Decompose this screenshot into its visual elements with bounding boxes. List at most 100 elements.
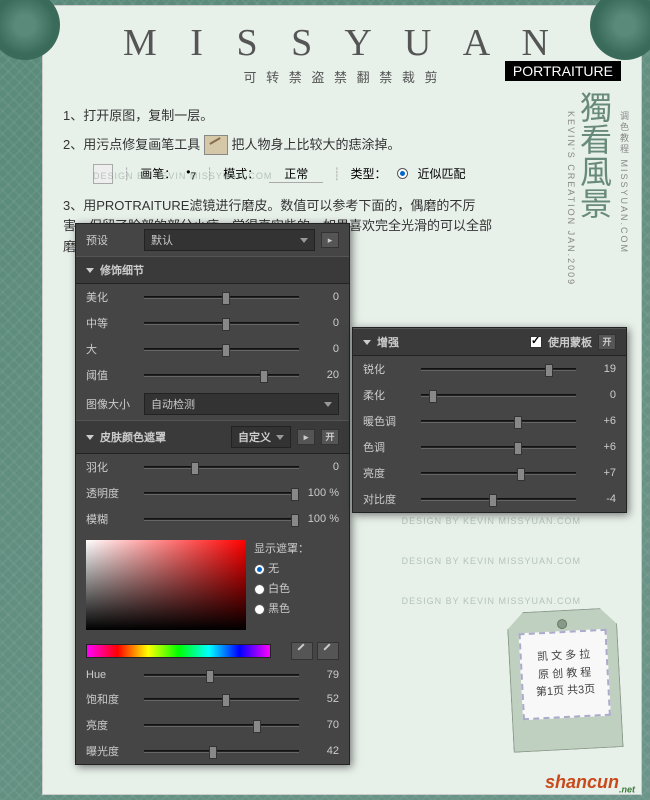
detail-0-slider[interactable] <box>144 296 299 299</box>
color-picker[interactable] <box>86 540 246 630</box>
step-2b: 把人物身上比较大的痣涂掉。 <box>231 137 400 152</box>
skin-mask-header[interactable]: 皮肤颜色遮罩 自定义 ▸ 开 <box>76 420 349 454</box>
step-1: 1、打开原图，复制一层。 <box>63 106 621 127</box>
skin-menu-button[interactable]: ▸ <box>297 429 315 445</box>
enhance-3-slider-row: 色调 +6 <box>353 434 626 460</box>
vertical-subtitle: KEVIN'S CREATION JAN.2009 <box>566 111 576 286</box>
preset-label: 预设 <box>86 232 138 248</box>
image-size-label: 图像大小 <box>86 396 138 412</box>
hsl-1-slider[interactable] <box>144 698 299 701</box>
detail-2-label: 大 <box>86 341 138 357</box>
enhance-2-value: +6 <box>582 415 616 427</box>
skin-2-slider[interactable] <box>144 518 299 521</box>
shancun-logo: shancun.net <box>545 772 635 795</box>
detail-0-value: 0 <box>305 291 339 303</box>
vertical-subtitle2: 调色教程 MISSYUAN.COM <box>618 111 631 254</box>
enhance-4-slider-row: 亮度 +7 <box>353 460 626 486</box>
tag-page: 第1页 共3页 <box>528 681 603 702</box>
hsl-1-slider-row: 饱和度 52 <box>76 686 349 712</box>
eyedropper-add-icon[interactable] <box>317 642 339 660</box>
mode-value[interactable]: 正常 <box>269 165 323 183</box>
enhance-1-slider[interactable] <box>421 394 576 397</box>
enhance-5-slider[interactable] <box>421 498 576 501</box>
enhance-4-slider[interactable] <box>421 472 576 475</box>
detail-3-label: 阈值 <box>86 367 138 383</box>
enhance-1-label: 柔化 <box>363 387 415 403</box>
skin-0-label: 羽化 <box>86 459 138 475</box>
pagination-tag: 凯 文 多 拉 原 创 教 程 第1页 共3页 <box>506 607 623 753</box>
hsl-2-slider-row: 亮度 70 <box>76 712 349 738</box>
color-picker-area: 显示遮罩： 无 白色 黑色 <box>76 532 349 638</box>
skin-0-slider-row: 羽化 0 <box>76 454 349 480</box>
preset-dropdown[interactable]: 默认 <box>144 229 315 251</box>
use-mask-label: 使用蒙板 <box>548 334 592 350</box>
detail-1-slider[interactable] <box>144 322 299 325</box>
enhance-1-slider-row: 柔化 0 <box>353 382 626 408</box>
enhance-5-value: -4 <box>582 493 616 505</box>
skin-1-slider[interactable] <box>144 492 299 495</box>
use-mask-checkbox[interactable] <box>530 336 542 348</box>
hue-bar[interactable] <box>86 644 271 658</box>
mask-opt-white[interactable]: 白色 <box>254 580 309 596</box>
chevron-down-icon <box>86 268 94 273</box>
enhance-4-label: 亮度 <box>363 465 415 481</box>
chevron-down-icon <box>86 435 94 440</box>
skin-toggle-button[interactable]: 开 <box>321 429 339 445</box>
page-title: M I S S Y U A N <box>63 21 621 65</box>
hsl-1-value: 52 <box>305 693 339 705</box>
detail-3-slider[interactable] <box>144 374 299 377</box>
enhance-5-label: 对比度 <box>363 491 415 507</box>
enhance-0-slider[interactable] <box>421 368 576 371</box>
watermark: DESIGN BY KEVIN MISSYUAN.COM <box>402 556 581 566</box>
hsl-0-slider[interactable] <box>144 674 299 677</box>
detail-2-slider[interactable] <box>144 348 299 351</box>
enhance-panel: 增强 使用蒙板 开 锐化 19 柔化 0 暖色调 +6 色调 +6 亮度 +7 … <box>352 327 627 513</box>
enhance-4-value: +7 <box>582 467 616 479</box>
show-mask-label: 显示遮罩： <box>254 540 309 556</box>
hsl-2-value: 70 <box>305 719 339 731</box>
enhance-3-slider[interactable] <box>421 446 576 449</box>
step-2a: 2、用污点修复画笔工具 <box>63 137 200 152</box>
step-2: 2、用污点修复画笔工具 把人物身上比较大的痣涂掉。 <box>63 135 621 156</box>
skin-1-label: 透明度 <box>86 485 138 501</box>
skin-0-slider[interactable] <box>144 466 299 469</box>
enhance-header[interactable]: 增强 使用蒙板 开 <box>353 328 626 356</box>
hsl-3-value: 42 <box>305 745 339 757</box>
type-radio[interactable] <box>397 168 408 179</box>
detail-3-value: 20 <box>305 369 339 381</box>
detail-0-label: 美化 <box>86 289 138 305</box>
eyedropper-icon[interactable] <box>291 642 313 660</box>
mask-opt-none[interactable]: 无 <box>254 560 309 576</box>
chevron-down-icon <box>300 238 308 243</box>
tag-hole-icon <box>557 619 568 630</box>
healing-brush-icon <box>204 135 228 155</box>
enhance-2-slider[interactable] <box>421 420 576 423</box>
enhance-toggle-button[interactable]: 开 <box>598 334 616 350</box>
watermark: DESIGN BY KEVIN MISSYUAN.COM <box>402 516 581 526</box>
chevron-down-icon <box>324 402 332 407</box>
skin-1-value: 100 % <box>305 487 339 499</box>
enhance-1-value: 0 <box>582 389 616 401</box>
enhance-2-slider-row: 暖色调 +6 <box>353 408 626 434</box>
hsl-0-label: Hue <box>86 669 138 681</box>
image-size-row: 图像大小 自动检测 <box>76 388 349 420</box>
chevron-down-icon <box>276 435 284 440</box>
detail-2-slider-row: 大 0 <box>76 336 349 362</box>
preset-menu-button[interactable]: ▸ <box>321 232 339 248</box>
enhance-2-label: 暖色调 <box>363 413 415 429</box>
hsl-2-slider[interactable] <box>144 724 299 727</box>
skin-2-value: 100 % <box>305 513 339 525</box>
detail-1-label: 中等 <box>86 315 138 331</box>
hsl-0-value: 79 <box>305 669 339 681</box>
skin-mode-dropdown[interactable]: 自定义 <box>231 426 291 448</box>
portraiture-panel: 预设 默认 ▸ 修饰细节 美化 0 中等 0 大 0 阈值 20 图像大小 自动… <box>75 223 350 765</box>
skin-0-value: 0 <box>305 461 339 473</box>
detail-0-slider-row: 美化 0 <box>76 284 349 310</box>
enhance-3-value: +6 <box>582 441 616 453</box>
chevron-down-icon <box>363 340 371 345</box>
detail-header[interactable]: 修饰细节 <box>76 256 349 284</box>
detail-1-slider-row: 中等 0 <box>76 310 349 336</box>
hsl-3-slider[interactable] <box>144 750 299 753</box>
image-size-dropdown[interactable]: 自动检测 <box>144 393 339 415</box>
mask-opt-black[interactable]: 黑色 <box>254 600 309 616</box>
